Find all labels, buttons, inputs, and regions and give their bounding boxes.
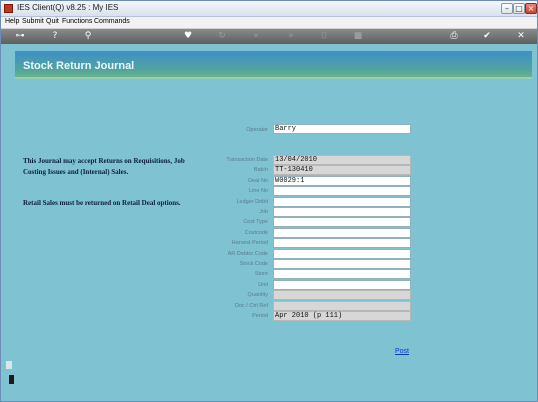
menu-bar: Help Submit Quit Functions Commands [1,17,537,29]
menu-commands[interactable]: Commands [94,18,130,25]
form-field[interactable] [273,186,411,197]
field-label: Harvest Period [231,240,268,247]
menu-help[interactable]: Help [5,18,19,25]
side-marker-dark [9,375,14,384]
rewind-icon[interactable]: « [250,31,262,42]
window-title: IES Client(Q) v8.25 : My IES [17,3,119,12]
field-label: Deal No [248,177,268,184]
print-icon[interactable]: ⎙ [448,31,460,42]
form-field[interactable] [273,238,411,249]
field-label: Doc / Ctrl Ref [234,302,268,309]
close-icon[interactable]: ✕ [515,31,527,42]
form-field[interactable] [273,279,411,290]
form-field[interactable] [273,248,411,259]
form-field[interactable] [273,227,411,238]
field-label: Line No [249,188,268,195]
side-marker [6,361,12,369]
title-bar: IES Client(Q) v8.25 : My IES – □ × [1,1,537,17]
menu-functions[interactable]: Functions [62,18,92,25]
field-label: Store [254,271,268,278]
search-icon[interactable]: ⚲ [82,31,94,42]
heart-icon[interactable]: ♥ [182,31,194,42]
form-field[interactable] [273,269,411,280]
field-label: Period [252,313,268,319]
field-label: Ledger Debit [236,198,269,205]
field-label: Transaction Date [226,157,268,163]
form-field: Apr 2010 (p 111) [273,311,411,321]
field-label: Unit [258,281,268,288]
form-field: TT-130410 [273,165,411,176]
app-window: IES Client(Q) v8.25 : My IES – □ × Help … [0,0,538,402]
form-field[interactable]: W0029:1 [273,175,411,186]
minimize-button[interactable]: – [501,3,513,14]
close-window-button[interactable]: × [525,3,537,14]
field-label: Cost Type [243,219,268,226]
page-title: Stock Return Journal [23,60,135,72]
form-field[interactable] [273,196,411,207]
field-label: Batch [253,167,268,174]
post-link[interactable]: Post [395,348,409,355]
field-label: Stock Code [239,261,268,267]
field-label: AR Debtor Code [227,250,268,257]
menu-quit[interactable]: Quit [46,18,59,25]
form-field [273,300,411,311]
field-label: Quantity [247,292,268,299]
app-logo-icon [4,4,13,13]
maximize-button[interactable]: □ [513,3,525,14]
refresh-icon[interactable]: ↻ [216,31,228,42]
field-label: Job [259,209,268,215]
forward-icon[interactable]: » [285,31,297,42]
operator-field[interactable]: Barry [273,124,411,134]
save-icon[interactable]: ■ [352,31,364,42]
form-field[interactable] [273,259,411,269]
menu-submit[interactable]: Submit [22,18,44,25]
toolbar: ⊶ ? ⚲ ♥ ↻ « » ⌷ ■ ⎙ ✔ ✕ [1,29,537,44]
help-icon[interactable]: ? [49,31,61,42]
check-icon[interactable]: ✔ [481,31,493,42]
form-field[interactable] [273,217,411,228]
form-field[interactable] [273,207,411,217]
operator-label: Operator [246,127,268,133]
key-icon[interactable]: ⊶ [11,31,29,42]
form-field: 13/04/2010 [273,155,411,165]
trash-icon[interactable]: ⌷ [318,31,330,42]
form-field [273,290,411,301]
field-label: Costcode [244,229,268,236]
page-header: Stock Return Journal [15,51,532,79]
